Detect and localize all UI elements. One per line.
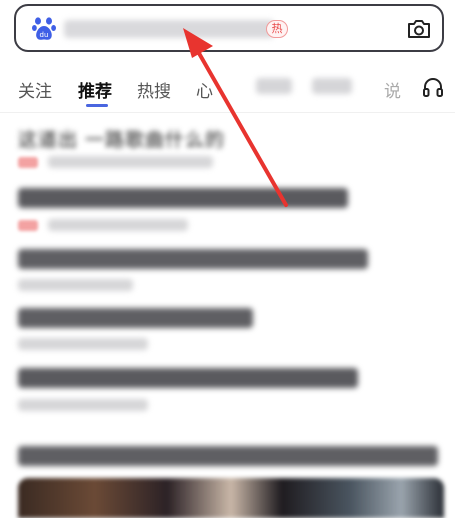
- baidu-paw-icon: du: [32, 17, 56, 40]
- feed-item-title[interactable]: [18, 188, 348, 208]
- svg-text:du: du: [40, 31, 49, 39]
- feed-item-title[interactable]: [18, 368, 358, 388]
- feed-item-meta: [48, 219, 188, 231]
- tab-blurred[interactable]: [312, 78, 352, 94]
- feed-item-image[interactable]: [18, 478, 444, 518]
- hot-badge: 热: [266, 20, 288, 38]
- tab-recommend[interactable]: 推荐: [78, 77, 112, 102]
- active-tab-indicator: [86, 104, 108, 107]
- tab-hot-search[interactable]: 热搜: [137, 77, 171, 102]
- tab-blurred[interactable]: [256, 78, 292, 94]
- feed-item-meta: [48, 156, 213, 168]
- feed-item-meta: [18, 399, 148, 411]
- tab-partial[interactable]: 心: [196, 77, 213, 102]
- tab-divider: [0, 112, 455, 113]
- hot-tag: [18, 157, 38, 168]
- feed-item-title[interactable]: [18, 446, 438, 466]
- hot-tag: [18, 220, 38, 231]
- feed-item-meta: [18, 279, 133, 291]
- feed-item-title[interactable]: [18, 308, 253, 328]
- feed-item-title[interactable]: [18, 249, 368, 269]
- search-query-blurred[interactable]: [64, 20, 274, 38]
- feed-item-title[interactable]: 这道出 一路歌曲什么的: [18, 125, 225, 152]
- search-bar[interactable]: du 热: [14, 4, 444, 52]
- feed-item-meta: [18, 338, 148, 350]
- tab-follow[interactable]: 关注: [18, 77, 52, 102]
- tab-novel-partial[interactable]: 说: [384, 77, 401, 102]
- camera-icon[interactable]: [406, 18, 432, 40]
- headphone-icon[interactable]: [422, 76, 444, 98]
